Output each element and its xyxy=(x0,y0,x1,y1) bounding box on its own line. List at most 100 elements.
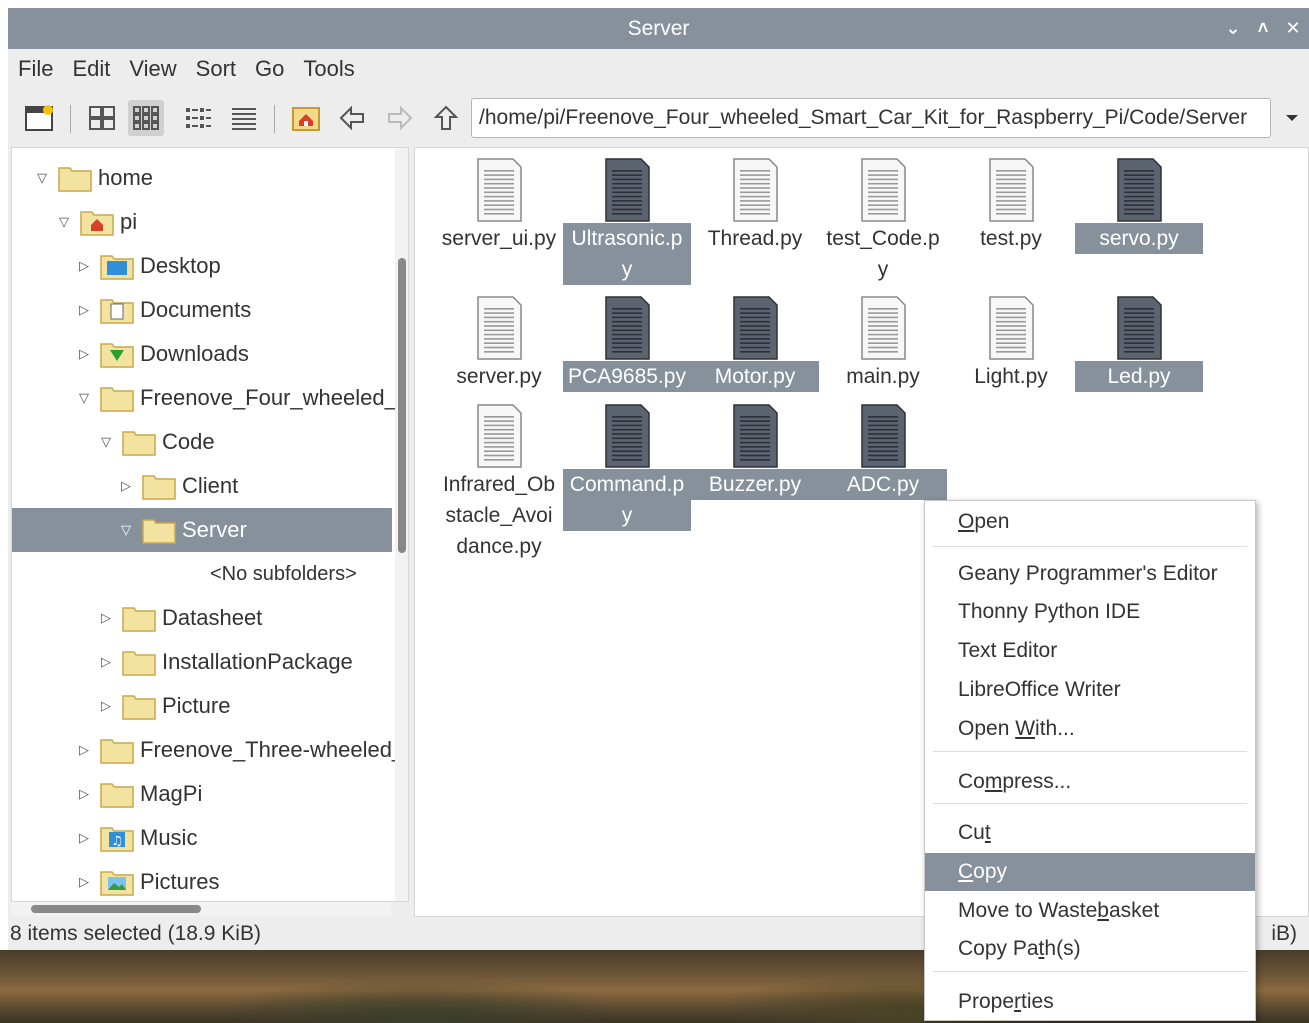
up-button[interactable] xyxy=(428,100,464,136)
context-menu-item[interactable]: Copy Path(s) xyxy=(925,930,1255,968)
tree-horizontal-scrollbar[interactable] xyxy=(11,902,391,916)
menu-edit[interactable]: Edit xyxy=(72,56,110,82)
home-button[interactable] xyxy=(288,100,324,136)
text-file-icon xyxy=(987,158,1035,222)
collapse-arrow-icon[interactable]: ▽ xyxy=(96,434,116,450)
context-menu-item[interactable]: Text Editor xyxy=(925,632,1255,670)
expand-arrow-icon[interactable]: ▷ xyxy=(74,302,94,318)
file-item[interactable]: test.py xyxy=(947,158,1075,254)
tree-item-label: home xyxy=(98,165,154,190)
expand-arrow-icon[interactable]: ▷ xyxy=(74,786,94,802)
desktop-folder-icon xyxy=(100,253,134,280)
collapse-arrow-icon[interactable]: ▽ xyxy=(54,214,74,230)
tree-item[interactable]: ▷ Datasheet xyxy=(12,596,392,640)
close-icon[interactable]: ✕ xyxy=(1285,8,1301,49)
tree-item[interactable]: ▷ MagPi xyxy=(12,772,392,816)
minimize-icon[interactable]: ⌄ xyxy=(1225,8,1241,49)
tree-item[interactable]: ▷ InstallationPackage xyxy=(12,640,392,684)
window-title: Server xyxy=(627,17,690,40)
menu-view[interactable]: View xyxy=(129,56,176,82)
tree-vertical-scrollbar[interactable] xyxy=(395,148,408,901)
file-name-label: Infrared_Ob stacle_Avoi dance.py xyxy=(442,473,556,558)
tree-item[interactable]: ▷ ♫ Music xyxy=(12,816,392,860)
context-menu-item[interactable]: LibreOffice Writer xyxy=(925,671,1255,709)
tree-item[interactable]: ▽ Server xyxy=(12,508,392,552)
file-item[interactable]: Led.py xyxy=(1075,296,1203,392)
folder-tree-pane[interactable]: ▽ home ▽ pi ▷ Desktop ▷ Documents ▷ Downloads ▽ Fre… xyxy=(11,147,409,902)
tree-item[interactable]: ▷ Downloads xyxy=(12,332,392,376)
text-file-icon xyxy=(859,296,907,360)
menu-tools[interactable]: Tools xyxy=(303,56,354,82)
file-item[interactable]: main.py xyxy=(819,296,947,392)
file-name-label: server_ui.py xyxy=(441,227,557,250)
menu-go[interactable]: Go xyxy=(255,56,284,82)
context-menu-item[interactable]: Geany Programmer's Editor xyxy=(925,555,1255,593)
location-path-input[interactable]: /home/pi/Freenove_Four_wheeled_Smart_Car… xyxy=(471,98,1271,138)
folder-icon xyxy=(122,429,156,456)
text-file-icon xyxy=(475,404,523,468)
context-menu-item[interactable]: Copy xyxy=(925,853,1255,891)
back-arrow-icon xyxy=(339,105,364,131)
expand-arrow-icon[interactable]: ▷ xyxy=(96,698,116,714)
collapse-arrow-icon[interactable]: ▽ xyxy=(74,390,94,406)
menu-file[interactable]: File xyxy=(18,56,53,82)
path-history-dropdown[interactable] xyxy=(1278,103,1306,133)
expand-arrow-icon[interactable]: ▷ xyxy=(96,610,116,626)
expand-arrow-icon[interactable]: ▷ xyxy=(74,830,94,846)
context-menu-item[interactable]: Move to Wastebasket xyxy=(925,892,1255,930)
back-button[interactable] xyxy=(334,100,370,136)
tree-item[interactable]: ▽ pi xyxy=(12,200,392,244)
text-file-icon xyxy=(859,404,907,468)
view-list-button[interactable] xyxy=(226,100,262,136)
tree-item[interactable]: ▷ Pictures xyxy=(12,860,392,901)
file-item[interactable]: Light.py xyxy=(947,296,1075,392)
title-bar[interactable]: Server ⌄ ˄ ✕ xyxy=(8,8,1309,49)
forward-button[interactable] xyxy=(382,100,418,136)
file-item[interactable]: PCA9685.py xyxy=(563,296,691,392)
context-menu-item[interactable]: Open xyxy=(925,503,1255,541)
tree-item-label: Documents xyxy=(140,297,252,322)
file-item[interactable]: servo.py xyxy=(1075,158,1203,254)
tree-item[interactable]: ▷ Desktop xyxy=(12,244,392,288)
view-compact-button[interactable] xyxy=(180,100,216,136)
expand-arrow-icon[interactable]: ▷ xyxy=(96,654,116,670)
tree-item[interactable]: ▽ home xyxy=(12,156,392,200)
file-item[interactable]: Buzzer.py xyxy=(691,404,819,500)
file-item[interactable]: Infrared_Ob stacle_Avoi dance.py xyxy=(435,404,563,562)
file-name-label: Ultrasonic.p y xyxy=(563,223,691,285)
expand-arrow-icon[interactable]: ▷ xyxy=(74,346,94,362)
file-item[interactable]: server.py xyxy=(435,296,563,392)
expand-arrow-icon[interactable]: ▷ xyxy=(74,742,94,758)
view-icons-button[interactable] xyxy=(84,100,120,136)
context-menu-item[interactable]: Properties xyxy=(925,983,1255,1021)
up-arrow-icon xyxy=(433,105,459,130)
new-window-button[interactable] xyxy=(22,100,58,136)
context-menu-item[interactable]: Thonny Python IDE xyxy=(925,593,1255,631)
file-item[interactable]: Ultrasonic.p y xyxy=(563,158,691,285)
menu-separator xyxy=(933,803,1247,804)
file-item[interactable]: test_Code.p y xyxy=(819,158,947,285)
expand-arrow-icon[interactable]: ▷ xyxy=(74,258,94,274)
file-item[interactable]: Motor.py xyxy=(691,296,819,392)
tree-item[interactable]: ▷ Client xyxy=(12,464,392,508)
tree-item[interactable]: ▷ Picture xyxy=(12,684,392,728)
file-item[interactable]: Thread.py xyxy=(691,158,819,254)
tree-item[interactable]: ▷ Documents xyxy=(12,288,392,332)
expand-arrow-icon[interactable]: ▷ xyxy=(74,874,94,890)
file-item[interactable]: Command.p y xyxy=(563,404,691,531)
menu-sort[interactable]: Sort xyxy=(196,56,236,82)
expand-arrow-icon[interactable]: ▷ xyxy=(116,478,136,494)
text-file-icon xyxy=(603,296,651,360)
view-thumbnails-button[interactable] xyxy=(128,100,164,136)
collapse-arrow-icon[interactable]: ▽ xyxy=(116,522,136,538)
context-menu-item[interactable]: Cut xyxy=(925,814,1255,852)
maximize-icon[interactable]: ˄ xyxy=(1255,8,1271,49)
tree-item[interactable]: ▽ Code xyxy=(12,420,392,464)
tree-item[interactable]: ▽ Freenove_Four_wheeled_S xyxy=(12,376,408,420)
collapse-arrow-icon[interactable]: ▽ xyxy=(32,170,52,186)
context-menu-item[interactable]: Open With... xyxy=(925,710,1255,748)
tree-item[interactable]: ▷ Freenove_Three-wheeled_! xyxy=(12,728,408,772)
file-item[interactable]: ADC.py xyxy=(819,404,947,500)
file-item[interactable]: server_ui.py xyxy=(435,158,563,254)
context-menu-item[interactable]: Compress... xyxy=(925,763,1255,801)
